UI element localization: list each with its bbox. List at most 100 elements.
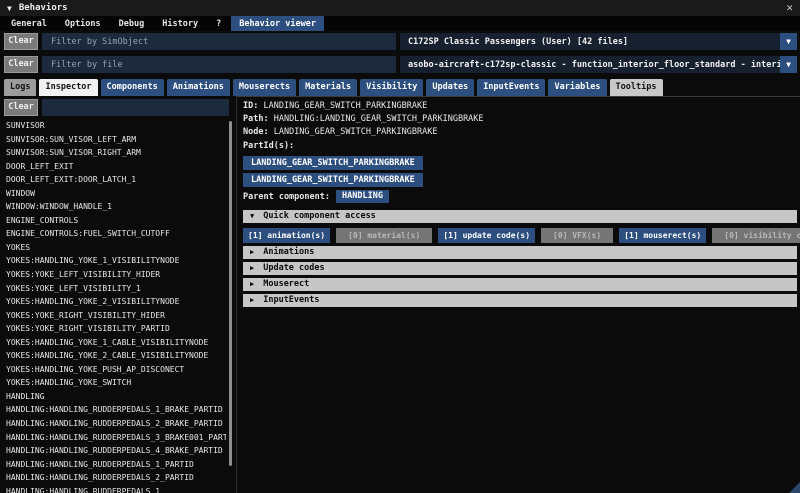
menu-item[interactable]: History	[154, 16, 206, 31]
tab[interactable]: Inspector	[39, 79, 98, 96]
parent-component-line: Parent component: HANDLING	[243, 190, 800, 204]
list-item[interactable]: ENGINE_CONTROLS	[6, 214, 226, 228]
simobject-list-panel: Clear SUNVISOR SUNVISOR:SUN_VISOR_LEFT_A…	[0, 96, 236, 493]
list-item[interactable]: SUNVISOR:SUN_VISOR_RIGHT_ARM	[6, 146, 226, 160]
section-label: Mouserect	[263, 279, 310, 290]
tab[interactable]: Components	[100, 79, 164, 96]
list-item[interactable]: HANDLING:HANDLING_RUDDERPEDALS_2_BRAKE_P…	[6, 417, 226, 431]
dropdown-arrow-icon[interactable]: ▼	[780, 56, 797, 73]
inspector-panel: ID: LANDING_GEAR_SWITCH_PARKINGBRAKE Pat…	[236, 96, 800, 493]
clear-list-filter-button[interactable]: Clear	[4, 99, 38, 116]
tab[interactable]: Variables	[548, 79, 607, 96]
section-label: InputEvents	[263, 295, 320, 306]
parent-component-badge[interactable]: HANDLING	[336, 190, 389, 204]
list-item[interactable]: DOOR_LEFT_EXIT:DOOR_LATCH_1	[6, 173, 226, 187]
simobject-filter-input[interactable]	[42, 33, 396, 50]
clear-file-filter-button[interactable]: Clear	[4, 56, 38, 73]
menu-item[interactable]: ?	[208, 16, 229, 31]
quick-access-button[interactable]: [0] visibility cod	[712, 227, 800, 243]
list-item[interactable]: YOKES:HANDLING_YOKE_2_VISIBILITYNODE	[6, 295, 226, 309]
menu-item[interactable]: General	[3, 16, 55, 31]
file-dropdown[interactable]: asobo-aircraft-c172sp-classic - function…	[400, 56, 797, 73]
quick-component-access-header[interactable]: Quick component access	[243, 209, 797, 223]
partid-button[interactable]: LANDING_GEAR_SWITCH_PARKINGBRAKE	[243, 172, 423, 187]
file-dropdown-value: asobo-aircraft-c172sp-classic - function…	[408, 59, 780, 70]
list-item[interactable]: SUNVISOR	[6, 119, 226, 133]
tab[interactable]: Mouserects	[232, 79, 297, 96]
quick-access-button[interactable]: [1] mouserect(s)	[619, 227, 707, 243]
chevron-down-icon	[250, 210, 254, 223]
menu-item[interactable]: Behavior viewer	[231, 16, 324, 31]
tab[interactable]: InputEvents	[477, 79, 546, 96]
chevron-right-icon	[250, 262, 254, 275]
close-icon[interactable]: ✕	[786, 1, 793, 14]
node-value: LANDING_GEAR_SWITCH_PARKINGBRAKE	[273, 127, 438, 138]
collapse-icon[interactable]: ▼	[7, 4, 12, 13]
list-item[interactable]: YOKES	[6, 241, 226, 255]
list-item[interactable]: HANDLING:HANDLING_RUDDERPEDALS_1	[6, 485, 226, 493]
partids-label: PartId(s):	[243, 140, 295, 151]
menu-bar: General Options Debug History ? Behavior…	[0, 16, 800, 31]
tab[interactable]: Tooltips	[609, 79, 663, 96]
list-item[interactable]: YOKES:HANDLING_YOKE_SWITCH	[6, 376, 226, 390]
node-list: SUNVISOR SUNVISOR:SUN_VISOR_LEFT_ARM SUN…	[6, 119, 226, 493]
list-filter-input[interactable]	[42, 99, 229, 116]
partid-button[interactable]: LANDING_GEAR_SWITCH_PARKINGBRAKE	[243, 155, 423, 170]
dropdown-arrow-icon[interactable]: ▼	[780, 33, 797, 50]
file-filter-row: Clear asobo-aircraft-c172sp-classic - fu…	[4, 56, 797, 73]
section-label: Animations	[263, 247, 315, 258]
quick-access-button[interactable]: [0] material(s)	[336, 227, 433, 243]
list-item[interactable]: HANDLING	[6, 390, 226, 404]
id-label: ID:	[243, 101, 259, 111]
scrollbar-thumb[interactable]	[229, 121, 232, 466]
window-title: Behaviors	[18, 3, 68, 13]
simobject-filter-row: Clear C172SP Classic Passengers (User) […	[4, 33, 797, 50]
section-header[interactable]: Mouserect	[243, 277, 797, 291]
tab[interactable]: Animations	[166, 79, 230, 96]
chevron-right-icon	[250, 246, 254, 259]
quick-access-button[interactable]: [1] update code(s)	[438, 227, 536, 243]
list-item[interactable]: DOOR_LEFT_EXIT	[6, 160, 226, 174]
list-item[interactable]: SUNVISOR:SUN_VISOR_LEFT_ARM	[6, 133, 226, 147]
list-item[interactable]: YOKES:HANDLING_YOKE_1_VISIBILITYNODE	[6, 254, 226, 268]
list-item[interactable]: HANDLING:HANDLING_RUDDERPEDALS_1_BRAKE_P…	[6, 403, 226, 417]
section-header[interactable]: Animations	[243, 245, 797, 259]
list-item[interactable]: HANDLING:HANDLING_RUDDERPEDALS_4_BRAKE_P…	[6, 444, 226, 458]
list-item[interactable]: YOKES:YOKE_LEFT_VISIBILITY_1	[6, 282, 226, 296]
list-item[interactable]: HANDLING:HANDLING_RUDDERPEDALS_3_BRAKE00…	[6, 431, 226, 445]
menu-item[interactable]: Options	[57, 16, 109, 31]
list-item[interactable]: YOKES:HANDLING_YOKE_2_CABLE_VISIBILITYNO…	[6, 349, 226, 363]
tab[interactable]: Materials	[299, 79, 358, 96]
file-filter-input[interactable]	[42, 56, 396, 73]
menu-item[interactable]: Debug	[111, 16, 153, 31]
path-line: Path: HANDLING:LANDING_GEAR_SWITCH_PARKI…	[243, 113, 800, 126]
list-item[interactable]: YOKES:YOKE_LEFT_VISIBILITY_HIDER	[6, 268, 226, 282]
tab[interactable]: Logs	[4, 79, 37, 96]
clear-simobject-filter-button[interactable]: Clear	[4, 33, 38, 50]
list-item[interactable]: YOKES:YOKE_RIGHT_VISIBILITY_HIDER	[6, 309, 226, 323]
list-item[interactable]: WINDOW	[6, 187, 226, 201]
tab-bar: Logs Inspector Components Animations Mou…	[4, 79, 800, 96]
simobject-dropdown[interactable]: C172SP Classic Passengers (User) [42 fil…	[400, 33, 797, 50]
quick-access-button[interactable]: [1] animation(s)	[243, 227, 331, 243]
chevron-right-icon	[250, 294, 254, 307]
path-value: HANDLING:LANDING_GEAR_SWITCH_PARKINGBRAK…	[273, 114, 484, 125]
node-line: Node: LANDING_GEAR_SWITCH_PARKINGBRAKE	[243, 126, 800, 139]
list-item[interactable]: YOKES:YOKE_RIGHT_VISIBILITY_PARTID	[6, 322, 226, 336]
tab[interactable]: Visibility	[360, 79, 424, 96]
section-header[interactable]: InputEvents	[243, 293, 797, 307]
quick-access-button[interactable]: [0] VFX(s)	[541, 227, 614, 243]
resize-handle[interactable]	[789, 482, 800, 493]
list-item[interactable]: YOKES:HANDLING_YOKE_PUSH_AP_DISCONECT	[6, 363, 226, 377]
tab[interactable]: Updates	[426, 79, 475, 96]
section-header[interactable]: Update codes	[243, 261, 797, 275]
behaviors-window: ▼ Behaviors ✕ General Options Debug Hist…	[0, 0, 800, 493]
list-item[interactable]: WINDOW:WINDOW_HANDLE_1	[6, 200, 226, 214]
list-item[interactable]: YOKES:HANDLING_YOKE_1_CABLE_VISIBILITYNO…	[6, 336, 226, 350]
list-item[interactable]: ENGINE_CONTROLS:FUEL_SWITCH_CUTOFF	[6, 227, 226, 241]
id-value: LANDING_GEAR_SWITCH_PARKINGBRAKE	[263, 101, 428, 111]
section-label: Update codes	[263, 263, 325, 274]
list-item[interactable]: HANDLING:HANDLING_RUDDERPEDALS_1_PARTID	[6, 458, 226, 472]
quick-access-buttons: [1] animation(s) [0] material(s) [1] upd…	[243, 227, 800, 243]
list-item[interactable]: HANDLING:HANDLING_RUDDERPEDALS_2_PARTID	[6, 471, 226, 485]
